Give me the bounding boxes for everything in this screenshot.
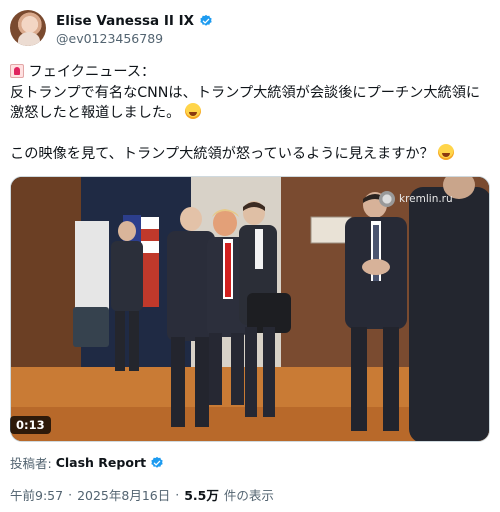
author-name-row: Elise Vanessa II IX <box>56 13 213 29</box>
tweet-body: フェイクニュース： 反トランプで有名なCNNは、トランプ大統領が会談後にプーチン… <box>10 62 492 164</box>
tweet-line-3: 激怒したと報道しました。 <box>10 103 492 124</box>
watermark-text: kremlin.ru <box>399 193 453 205</box>
tweet-date[interactable]: 2025年8月16日 <box>77 485 170 504</box>
attribution-name[interactable]: Clash Report <box>56 455 146 470</box>
tweet-text-line4: この映像を見て、トランプ大統領が怒っているように見えますか？ <box>10 145 434 162</box>
video-duration-badge: 0:13 <box>10 416 51 434</box>
verified-badge-icon <box>151 456 163 468</box>
kremlin-logo-icon <box>379 191 395 207</box>
view-count: 5.5万 <box>184 488 219 503</box>
view-count-suffix: 件の表示 <box>223 488 274 503</box>
tweet-line-4: この映像を見て、トランプ大統領が怒っているように見えますか？ <box>10 143 492 165</box>
author-handle[interactable]: @ev0123456789 <box>56 31 163 46</box>
tweet-time[interactable]: 午前9:57 <box>10 485 63 504</box>
video-attribution: 投稿者: Clash Report <box>10 453 164 472</box>
tweet-header: Elise Vanessa II IX @ev0123456789 <box>10 10 490 50</box>
attribution-label: 投稿者: <box>10 456 52 471</box>
video-frame <box>11 177 489 441</box>
author-display-name[interactable]: Elise Vanessa II IX <box>56 13 194 29</box>
police-light-emoji-icon <box>10 64 24 78</box>
rofl-emoji-icon <box>184 103 201 119</box>
avatar[interactable] <box>10 10 46 46</box>
meta-separator: · <box>175 487 180 502</box>
tweet-meta: 午前9:57 · 2025年8月16日 · 5.5万 件の表示 <box>10 485 274 504</box>
video-watermark: kremlin.ru <box>379 191 453 207</box>
meta-separator: · <box>68 487 73 502</box>
tweet-text-line2: 反トランプで有名なCNNは、トランプ大統領が会談後にプーチン大統領に <box>10 84 481 101</box>
tweet-text-line3: 激怒したと報道しました。 <box>10 105 181 121</box>
video-player[interactable]: kremlin.ru <box>10 176 490 442</box>
rofl-emoji-icon <box>438 143 455 160</box>
verified-badge-icon <box>200 14 212 26</box>
tweet-line-1: フェイクニュース： <box>10 62 492 83</box>
tweet-text-line1: フェイクニュース： <box>28 64 156 80</box>
